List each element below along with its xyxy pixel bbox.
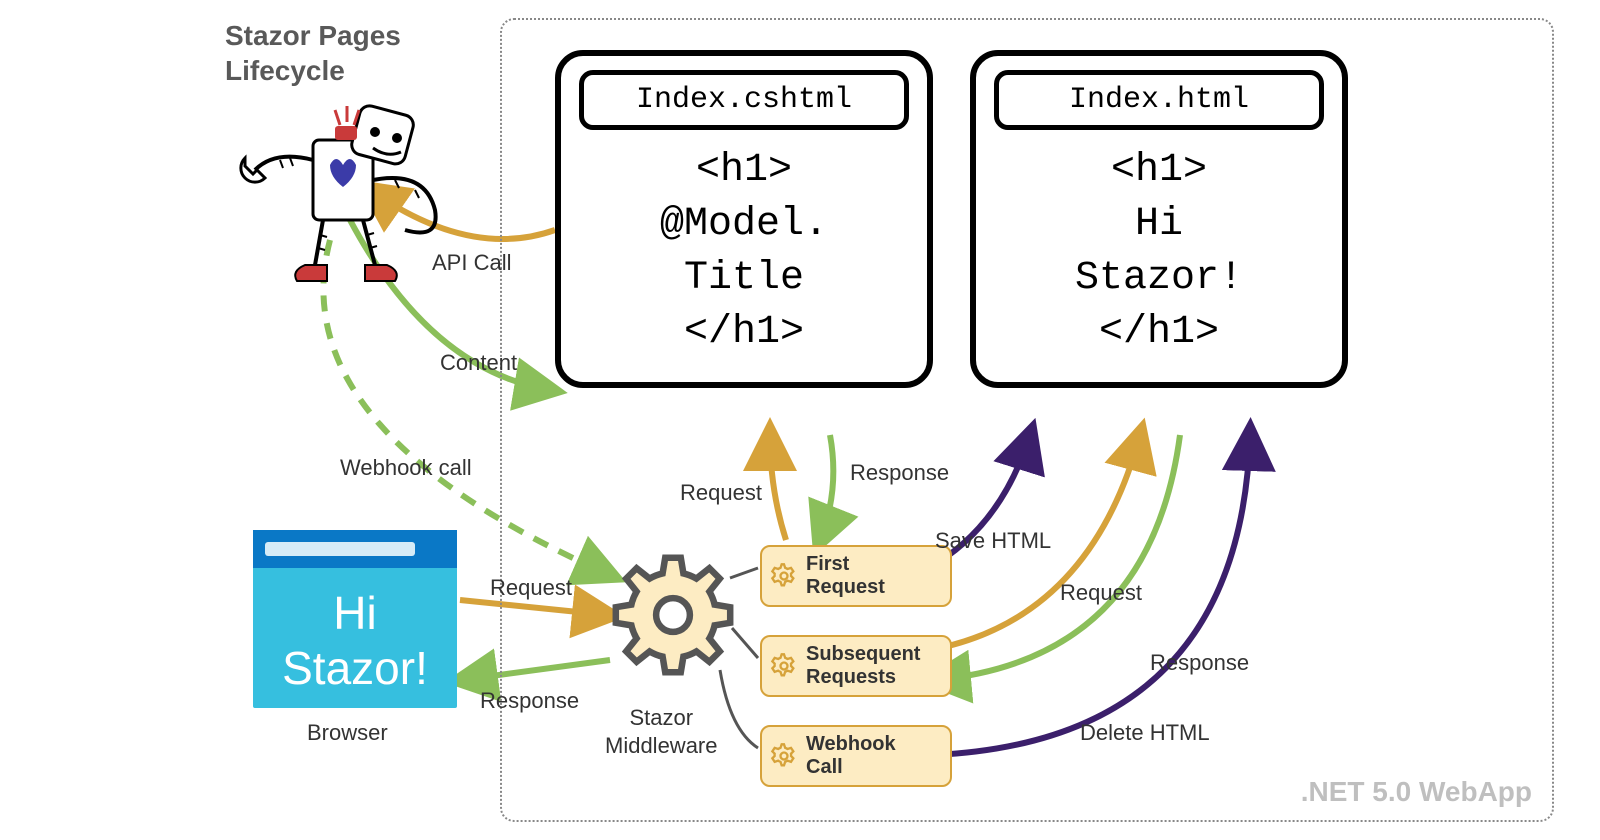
robot-mascot-icon (235, 80, 455, 290)
label-response-cshtml: Response (850, 460, 949, 486)
pill-first-label: First Request (806, 553, 885, 598)
gear-icon (770, 742, 798, 770)
filename-html: Index.html (994, 70, 1324, 130)
label-content: Content (440, 350, 517, 376)
filename-cshtml: Index.cshtml (579, 70, 909, 130)
pill-subsequent-requests: Subsequent Requests (760, 635, 952, 697)
browser-window: Hi Stazor! (253, 530, 457, 708)
browser-label: Browser (307, 720, 388, 746)
file-card-cshtml: Index.cshtml <h1> @Model. Title </h1> (555, 50, 933, 388)
label-request-browser: Request (490, 575, 572, 601)
label-request-cshtml: Request (680, 480, 762, 506)
diagram-title: Stazor Pages Lifecycle (225, 18, 401, 88)
gear-icon (770, 562, 798, 590)
pill-hook-label: Webhook Call (806, 733, 896, 778)
label-delete-html: Delete HTML (1080, 720, 1210, 746)
filebody-cshtml: <h1> @Model. Title </h1> (579, 144, 909, 360)
browser-titlebar (253, 530, 457, 568)
browser-content: Hi Stazor! (253, 568, 457, 696)
label-webhook-call: Webhook call (340, 455, 472, 481)
title-line1: Stazor Pages (225, 20, 401, 51)
pill-webhook-call: Webhook Call (760, 725, 952, 787)
label-response-browser: Response (480, 688, 579, 714)
gear-icon (608, 550, 738, 680)
filebody-html: <h1> Hi Stazor! </h1> (994, 144, 1324, 360)
label-response-html: Response (1150, 650, 1249, 676)
file-card-html: Index.html <h1> Hi Stazor! </h1> (970, 50, 1348, 388)
label-api-call: API Call (432, 250, 511, 276)
label-save-html: Save HTML (935, 528, 1051, 554)
address-bar-icon (265, 542, 415, 556)
label-request-html: Request (1060, 580, 1142, 606)
gear-icon (770, 652, 798, 680)
middleware-label: Stazor Middleware (605, 704, 718, 759)
pill-sub-label: Subsequent Requests (806, 643, 920, 688)
webapp-label: .NET 5.0 WebApp (1301, 776, 1532, 808)
pill-first-request: First Request (760, 545, 952, 607)
